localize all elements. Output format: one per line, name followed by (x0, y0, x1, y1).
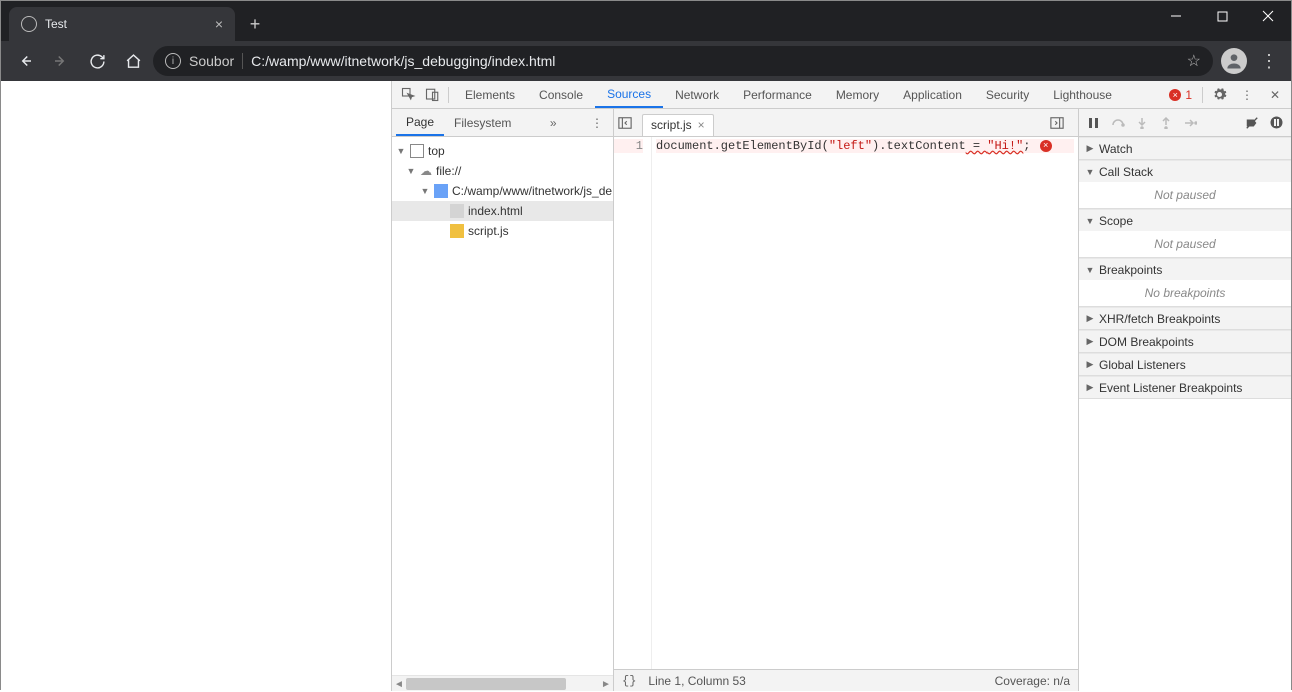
error-icon: × (1169, 89, 1181, 101)
close-tab-icon[interactable]: × (215, 17, 223, 31)
step-icon[interactable] (1179, 112, 1201, 134)
devtools-tab-strip: Elements Console Sources Network Perform… (392, 81, 1291, 109)
tab-application[interactable]: Application (891, 81, 974, 109)
step-over-icon[interactable] (1107, 112, 1129, 134)
error-inline-icon[interactable]: × (1040, 140, 1052, 152)
error-indicator[interactable]: ×1 (1163, 88, 1198, 102)
devtools-close-icon[interactable]: ✕ (1263, 83, 1287, 107)
section-breakpoints[interactable]: ▼Breakpoints (1079, 258, 1291, 280)
more-subtabs-icon[interactable]: » (541, 116, 565, 130)
chrome-menu-button[interactable]: ⋮ (1255, 51, 1283, 72)
cursor-position: Line 1, Column 53 (648, 674, 745, 688)
editor-tab[interactable]: script.js × (642, 114, 714, 136)
tree-top[interactable]: ▼top (392, 141, 613, 161)
url-path: C:/wamp/www/itnetwork/js_debugging/index… (251, 53, 1179, 69)
tree-file-html[interactable]: index.html (392, 201, 613, 221)
window-icon (410, 144, 424, 158)
pause-on-exceptions-icon[interactable] (1265, 112, 1287, 134)
code-editor[interactable]: 1 document.getElementById("left").textCo… (614, 137, 1078, 669)
breakpoints-body: No breakpoints (1079, 280, 1291, 306)
pause-icon[interactable] (1083, 112, 1105, 134)
editor-status-bar: {} Line 1, Column 53 Coverage: n/a (614, 669, 1078, 691)
device-toggle-icon[interactable] (420, 83, 444, 107)
reload-button[interactable] (81, 45, 113, 77)
tree-file-js[interactable]: script.js (392, 221, 613, 241)
section-scope[interactable]: ▼Scope (1079, 209, 1291, 231)
tab-security[interactable]: Security (974, 81, 1041, 109)
back-button[interactable] (9, 45, 41, 77)
section-callstack[interactable]: ▼Call Stack (1079, 160, 1291, 182)
scope-body: Not paused (1079, 231, 1291, 257)
tab-sources[interactable]: Sources (595, 81, 663, 108)
editor-tab-close-icon[interactable]: × (698, 118, 705, 132)
toggle-debugger-icon[interactable] (1050, 116, 1074, 130)
tab-title: Test (45, 17, 207, 31)
info-icon[interactable]: i (165, 53, 181, 69)
line-number: 1 (614, 139, 643, 153)
error-count: 1 (1185, 88, 1192, 102)
cloud-icon: ☁ (420, 164, 432, 178)
bookmark-icon[interactable]: ☆ (1187, 51, 1201, 71)
step-out-icon[interactable] (1155, 112, 1177, 134)
subtab-page[interactable]: Page (396, 109, 444, 136)
tab-lighthouse[interactable]: Lighthouse (1041, 81, 1124, 109)
editor-panel: script.js × 1 document.getElementById("l… (614, 109, 1079, 691)
callstack-body: Not paused (1079, 182, 1291, 208)
devtools: Elements Console Sources Network Perform… (391, 81, 1291, 691)
coverage-status: Coverage: n/a (995, 674, 1070, 688)
url-scheme: Soubor (189, 53, 234, 69)
tree-folder[interactable]: ▼C:/wamp/www/itnetwork/js_de (392, 181, 613, 201)
page-viewport (1, 81, 391, 691)
address-bar[interactable]: i Soubor C:/wamp/www/itnetwork/js_debugg… (153, 46, 1213, 76)
tab-console[interactable]: Console (527, 81, 595, 109)
folder-icon (434, 184, 448, 198)
section-dom[interactable]: ▶DOM Breakpoints (1079, 330, 1291, 352)
maximize-button[interactable] (1199, 1, 1245, 31)
pretty-print-icon[interactable]: {} (622, 674, 636, 688)
debugger-toolbar (1079, 109, 1291, 137)
editor-tab-label: script.js (651, 118, 692, 132)
toggle-navigator-icon[interactable] (618, 116, 642, 130)
tab-memory[interactable]: Memory (824, 81, 891, 109)
browser-nav-bar: i Soubor C:/wamp/www/itnetwork/js_debugg… (1, 41, 1291, 81)
forward-button[interactable] (45, 45, 77, 77)
section-xhr[interactable]: ▶XHR/fetch Breakpoints (1079, 307, 1291, 329)
inspect-icon[interactable] (396, 83, 420, 107)
devtools-menu-icon[interactable]: ⋮ (1235, 83, 1259, 107)
settings-icon[interactable] (1207, 83, 1231, 107)
browser-tab[interactable]: Test × (9, 7, 235, 41)
browser-title-bar: Test × + (1, 1, 1291, 41)
scroll-thumb[interactable] (406, 678, 566, 690)
tab-elements[interactable]: Elements (453, 81, 527, 109)
page-icon (450, 204, 464, 218)
debugger-panel: ▶Watch ▼Call Stack Not paused ▼Scope Not… (1079, 109, 1291, 691)
section-global[interactable]: ▶Global Listeners (1079, 353, 1291, 375)
tab-network[interactable]: Network (663, 81, 731, 109)
home-button[interactable] (117, 45, 149, 77)
file-tree: ▼top ▼☁file:// ▼C:/wamp/www/itnetwork/js… (392, 137, 613, 675)
js-icon (450, 224, 464, 238)
section-watch[interactable]: ▶Watch (1079, 137, 1291, 159)
profile-avatar[interactable] (1221, 48, 1247, 74)
close-window-button[interactable] (1245, 1, 1291, 31)
minimize-button[interactable] (1153, 1, 1199, 31)
code-line: document.getElementById("left").textCont… (656, 139, 1074, 153)
navigator-menu-icon[interactable]: ⋮ (585, 116, 609, 130)
subtab-filesystem[interactable]: Filesystem (444, 109, 521, 137)
navigator-panel: Page Filesystem » ⋮ ▼top ▼☁file:// ▼C:/w… (392, 109, 614, 691)
new-tab-button[interactable]: + (241, 10, 269, 38)
deactivate-breakpoints-icon[interactable] (1241, 112, 1263, 134)
section-event[interactable]: ▶Event Listener Breakpoints (1079, 376, 1291, 398)
navigator-scrollbar[interactable]: ◄ ► (392, 675, 613, 691)
tab-performance[interactable]: Performance (731, 81, 824, 109)
globe-icon (21, 16, 37, 32)
tree-origin[interactable]: ▼☁file:// (392, 161, 613, 181)
step-into-icon[interactable] (1131, 112, 1153, 134)
